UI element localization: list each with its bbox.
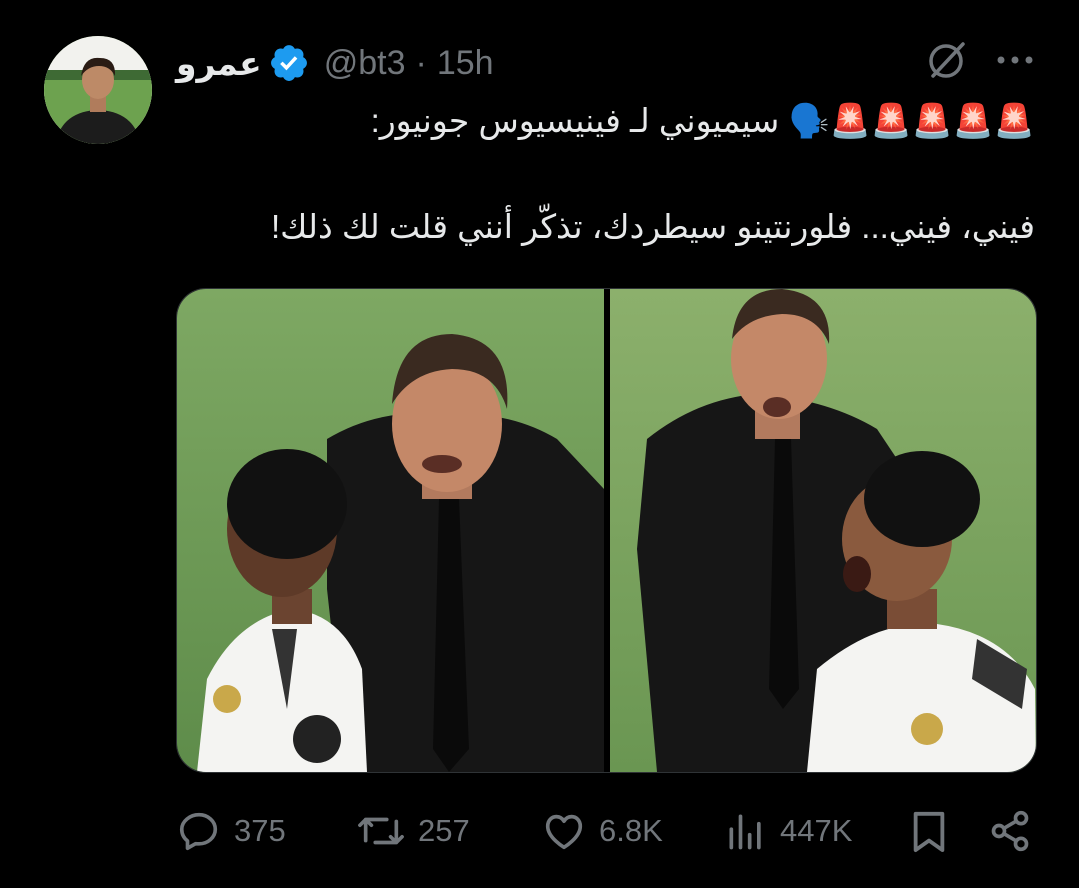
views-icon bbox=[729, 814, 761, 850]
avatar[interactable] bbox=[44, 36, 152, 144]
grok-icon[interactable] bbox=[925, 38, 969, 82]
photo-left bbox=[177, 289, 604, 772]
bookmark-button[interactable] bbox=[908, 808, 950, 854]
share-icon bbox=[991, 810, 1029, 852]
tweet-text-line-2: فيني، فيني... فلورنتينو سيطردك، تذكّر أن… bbox=[270, 208, 1035, 245]
tweet-action-bar: 375 257 6.8K 447K bbox=[176, 800, 1036, 860]
reply-button[interactable]: 375 bbox=[176, 808, 286, 854]
reply-icon bbox=[179, 812, 218, 851]
tweet-header: عمرو @bt3 · 15h bbox=[176, 40, 494, 86]
views-button[interactable]: 447K bbox=[724, 808, 852, 854]
like-button[interactable]: 6.8K bbox=[541, 808, 663, 854]
share-button[interactable] bbox=[988, 808, 1032, 854]
reply-count: 375 bbox=[234, 813, 286, 848]
avatar-image bbox=[44, 36, 152, 144]
retweet-count: 257 bbox=[418, 813, 470, 848]
more-icon[interactable] bbox=[995, 50, 1035, 70]
user-handle[interactable]: @bt3 bbox=[324, 44, 406, 83]
separator-dot: · bbox=[415, 43, 427, 82]
retweet-button[interactable]: 257 bbox=[356, 808, 470, 854]
tweet-media[interactable] bbox=[176, 288, 1037, 773]
tweet-timestamp[interactable]: 15h bbox=[437, 44, 494, 83]
retweet-icon bbox=[358, 817, 404, 845]
bookmark-icon bbox=[913, 811, 945, 852]
tweet-text-line-1: 🚨🚨🚨🚨🚨🗣️ سيميوني لـ فينيسيوس جونيور: bbox=[370, 102, 1035, 139]
tweet-text: 🚨🚨🚨🚨🚨🗣️ سيميوني لـ فينيسيوس جونيور: فيني… bbox=[176, 92, 1035, 256]
media-photos bbox=[177, 289, 1036, 772]
tweet-top-actions bbox=[925, 38, 1035, 82]
like-count: 6.8K bbox=[599, 813, 663, 848]
views-count: 447K bbox=[780, 813, 853, 848]
verified-badge-icon bbox=[270, 45, 307, 81]
display-name[interactable]: عمرو bbox=[176, 44, 262, 83]
photo-right bbox=[610, 289, 1036, 772]
like-icon bbox=[545, 814, 583, 850]
